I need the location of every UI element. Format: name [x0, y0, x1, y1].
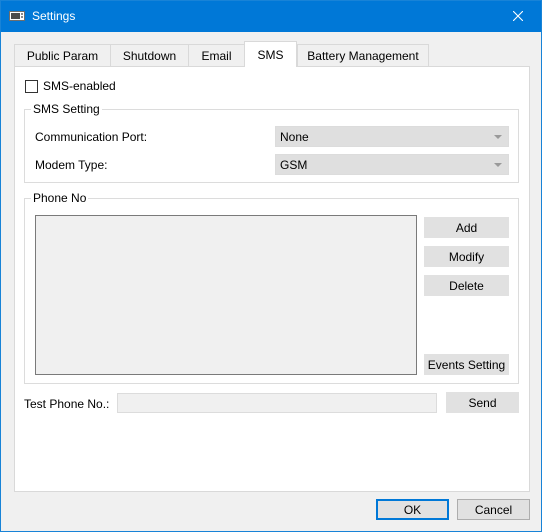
chevron-down-icon: [494, 163, 502, 167]
modem-type-value: GSM: [280, 158, 308, 172]
ok-button-label: OK: [403, 502, 422, 517]
sms-enabled-option[interactable]: SMS-enabled: [25, 79, 116, 93]
tab-sms[interactable]: SMS: [244, 41, 297, 67]
delete-phone-button[interactable]: Delete: [424, 275, 509, 296]
tab-label: SMS: [257, 47, 284, 62]
sms-tab-panel: SMS-enabled SMS Setting Communication Po…: [14, 66, 530, 492]
ok-button[interactable]: OK: [376, 499, 449, 520]
modify-phone-button[interactable]: Modify: [424, 246, 509, 267]
tab-label: Email: [201, 48, 232, 63]
modem-type-select[interactable]: GSM: [275, 154, 509, 175]
cancel-button-label: Cancel: [474, 502, 513, 517]
settings-dialog: Settings Public Param Shutdown Email SMS…: [0, 0, 542, 532]
sms-enabled-checkbox[interactable]: [25, 79, 38, 93]
delete-phone-button-label: Delete: [449, 278, 484, 293]
chevron-down-icon: [494, 135, 502, 139]
communication-port-label: Communication Port:: [35, 130, 148, 144]
events-setting-button[interactable]: Events Setting: [424, 354, 509, 375]
tab-label: Shutdown: [122, 48, 177, 63]
sms-setting-legend: SMS Setting: [31, 102, 102, 116]
tab-public-param[interactable]: Public Param: [14, 44, 111, 66]
test-phone-input[interactable]: [117, 393, 437, 413]
phone-no-legend: Phone No: [31, 191, 89, 205]
communication-port-value: None: [280, 130, 309, 144]
sms-enabled-label: SMS-enabled: [43, 79, 116, 93]
window-title: Settings: [32, 9, 76, 23]
phone-number-list[interactable]: [35, 215, 417, 375]
close-icon: [512, 10, 524, 24]
sms-setting-group: SMS Setting Communication Port: None Mod…: [24, 102, 519, 183]
send-button-label: Send: [468, 395, 497, 410]
tab-shutdown[interactable]: Shutdown: [110, 44, 189, 66]
modify-phone-button-label: Modify: [448, 249, 485, 264]
modem-type-label: Modem Type:: [35, 158, 108, 172]
tab-label: Public Param: [26, 48, 99, 63]
test-phone-label: Test Phone No.:: [24, 397, 110, 411]
send-button[interactable]: Send: [446, 392, 519, 413]
tab-email[interactable]: Email: [188, 44, 245, 66]
tab-label: Battery Management: [307, 48, 419, 63]
add-phone-button[interactable]: Add: [424, 217, 509, 238]
events-setting-button-label: Events Setting: [427, 357, 506, 372]
phone-no-group: Phone No Add Modify Delete Events Settin…: [24, 191, 519, 384]
app-icon: [9, 10, 25, 22]
communication-port-select[interactable]: None: [275, 126, 509, 147]
title-bar[interactable]: Settings: [1, 1, 541, 32]
cancel-button[interactable]: Cancel: [457, 499, 530, 520]
close-button[interactable]: [495, 1, 541, 32]
add-phone-button-label: Add: [455, 220, 478, 235]
tab-battery-management[interactable]: Battery Management: [297, 44, 429, 66]
